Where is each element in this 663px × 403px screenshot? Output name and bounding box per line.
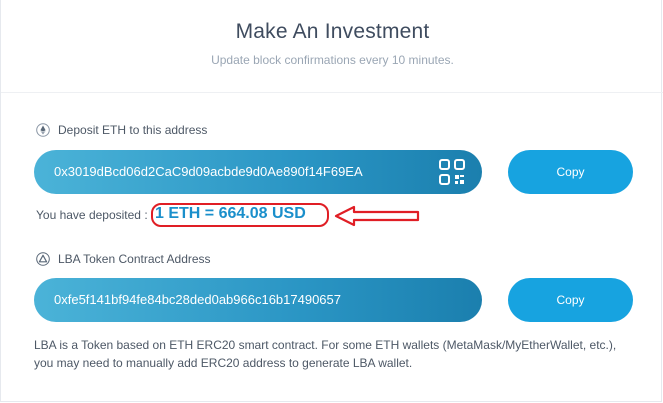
deposit-address-text[interactable]: 0x3019dBcd06d2CaC9d09acbde9d0Ae890f14F69… (54, 164, 363, 179)
ethereum-icon (36, 123, 50, 137)
contract-section-label: LBA Token Contract Address (36, 252, 211, 266)
contract-label-text: LBA Token Contract Address (58, 252, 211, 266)
deposit-label-text: Deposit ETH to this address (58, 123, 208, 137)
deposit-section-label: Deposit ETH to this address (36, 123, 207, 137)
deposit-address-field[interactable]: 0x3019dBcd06d2CaC9d09acbde9d0Ae890f14F69… (34, 150, 482, 194)
header-divider (1, 92, 663, 93)
copy-deposit-address-button[interactable]: Copy (508, 150, 633, 194)
erc20-note: LBA is a Token based on ETH ERC20 smart … (34, 338, 617, 370)
token-icon (36, 252, 50, 266)
investment-card: Make An Investment Update block confirma… (0, 0, 663, 402)
qr-code-icon[interactable] (438, 158, 466, 186)
page-title: Make An Investment (235, 20, 430, 43)
page-subtitle: Update block confirmations every 10 minu… (211, 53, 454, 67)
deposited-value: 1 ETH = 664.08 USD (155, 205, 306, 222)
copy-contract-address-button[interactable]: Copy (508, 278, 633, 322)
annotation-arrow-icon (334, 205, 420, 227)
contract-address-field[interactable]: 0xfe5f141bf94fe84bc28ded0ab966c16b174906… (34, 278, 482, 322)
contract-address-text[interactable]: 0xfe5f141bf94fe84bc28ded0ab966c16b174906… (54, 292, 341, 307)
deposited-label: You have deposited : (36, 208, 148, 222)
